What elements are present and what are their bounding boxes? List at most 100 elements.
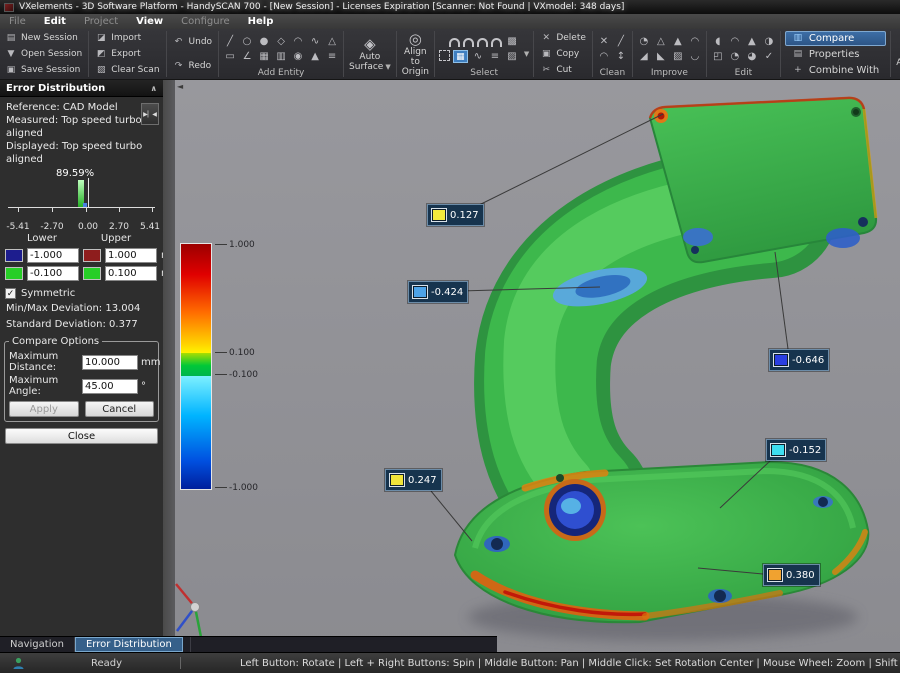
improve-decimate-icon[interactable]: ▨ — [671, 50, 685, 63]
inner-lower-input[interactable] — [27, 266, 79, 281]
redo-button[interactable]: ↷Redo — [171, 61, 215, 71]
new-session-button[interactable]: ▤New Session — [3, 33, 84, 43]
mouse-hints: Left Button: Rotate | Left + Right Butto… — [240, 658, 900, 669]
improve-curve-icon[interactable]: ◡ — [688, 50, 702, 63]
clean-swap-icon[interactable]: ↕ — [614, 50, 628, 63]
select-tunnel3-icon[interactable] — [477, 38, 488, 47]
clean-wand-icon[interactable]: ✕ — [597, 35, 611, 48]
annotations-button[interactable]: ✕ Annotations — [892, 29, 900, 79]
tick-label: 5.41 — [140, 222, 160, 232]
delete-button[interactable]: ✕Delete — [538, 33, 588, 43]
improve-bridge-icon[interactable]: ◠ — [688, 35, 702, 48]
auto-surface-label: Auto Surface▼ — [349, 52, 391, 72]
add-spline-icon[interactable]: ∿ — [308, 35, 322, 48]
export-button[interactable]: ◩Export — [93, 49, 161, 59]
clean-line-icon[interactable]: ╱ — [614, 35, 628, 48]
deviation-annotation[interactable]: -0.152 — [766, 439, 826, 461]
compare-button[interactable]: ▥Compare — [785, 31, 886, 46]
select-brush-icon[interactable]: ▦ — [453, 50, 468, 63]
add-layers-icon[interactable]: ≡ — [325, 50, 339, 63]
select-freeform-icon[interactable]: ∿ — [471, 50, 485, 63]
select-invert-icon[interactable]: ▨ — [505, 50, 519, 63]
add-arc-icon[interactable]: ◠ — [291, 35, 305, 48]
improve-corner-icon[interactable]: ◢ — [637, 50, 651, 63]
add-plane-icon[interactable]: ▭ — [223, 50, 237, 63]
tab-error-distribution[interactable]: Error Distribution — [75, 637, 183, 652]
edit-rotate-icon[interactable]: ◔ — [728, 50, 742, 63]
select-rectangle-icon[interactable] — [439, 50, 450, 61]
add-line-icon[interactable]: ╱ — [223, 35, 237, 48]
tick-label: -5.41 — [6, 222, 29, 232]
chevron-down-icon[interactable]: ▼ — [385, 63, 390, 71]
properties-button[interactable]: ▤Properties — [785, 47, 886, 62]
open-session-button[interactable]: ▼Open Session — [3, 49, 84, 59]
align-to-origin-button[interactable]: ◎ Align to Origin — [398, 29, 433, 79]
fit-histogram-button[interactable]: ▶▏◀ — [141, 103, 159, 125]
menu-configure[interactable]: Configure — [172, 16, 238, 27]
deviation-annotation[interactable]: -0.646 — [769, 349, 829, 371]
max-angle-input[interactable] — [82, 379, 138, 394]
edit-scale-icon[interactable]: ◕ — [745, 50, 759, 63]
improve-smooth-icon[interactable]: ◣ — [654, 50, 668, 63]
deviation-annotation[interactable]: 0.127 — [427, 204, 484, 226]
delete-icon: ✕ — [540, 33, 552, 43]
symmetric-checkbox[interactable]: ✓ — [5, 288, 16, 299]
tab-navigation[interactable]: Navigation — [0, 637, 75, 652]
add-ellipse-icon[interactable]: ◇ — [274, 35, 288, 48]
add-surface-patch-icon[interactable]: ▥ — [274, 50, 288, 63]
viewport-3d[interactable]: ◄ — [175, 80, 900, 652]
clean-patch-icon[interactable]: ◠ — [597, 50, 611, 63]
deviation-annotation[interactable]: 0.380 — [763, 564, 820, 586]
select-tunnel4-icon[interactable] — [491, 38, 502, 47]
save-session-button[interactable]: ▣Save Session — [3, 65, 84, 75]
upper-limit-input[interactable] — [105, 248, 157, 263]
menu-help[interactable]: Help — [239, 16, 283, 27]
edit-move-icon[interactable]: ◰ — [711, 50, 725, 63]
deviation-annotation[interactable]: 0.247 — [385, 469, 442, 491]
add-point-icon[interactable]: ● — [257, 35, 271, 48]
undo-button[interactable]: ↶Undo — [171, 37, 215, 47]
add-circle-icon[interactable]: ○ — [240, 35, 254, 48]
cut-button[interactable]: ✂Cut — [538, 65, 588, 75]
max-distance-input[interactable] — [82, 355, 138, 370]
edit-mesh-icon[interactable]: ▲ — [745, 35, 759, 48]
close-button[interactable]: Close — [5, 428, 158, 444]
select-tunnel-icon[interactable] — [449, 38, 460, 47]
lower-limit-input[interactable] — [27, 248, 79, 263]
max-distance-label: Maximum Distance: — [9, 351, 82, 373]
clear-scan-button[interactable]: ▨Clear Scan — [93, 65, 161, 75]
copy-button[interactable]: ▣Copy — [538, 49, 588, 59]
add-grid-icon[interactable]: ▦ — [257, 50, 271, 63]
select-layers-icon[interactable]: ≡ — [488, 50, 502, 63]
inner-upper-input[interactable] — [105, 266, 157, 281]
select-all-icon[interactable]: ▩ — [505, 35, 519, 48]
deviation-annotation[interactable]: -0.424 — [408, 281, 468, 303]
edit-confirm-icon[interactable]: ✓ — [762, 50, 776, 63]
edit-surface-icon[interactable]: ◖ — [711, 35, 725, 48]
import-button[interactable]: ◪Import — [93, 33, 161, 43]
cancel-button[interactable]: Cancel — [85, 401, 155, 417]
panel-splitter[interactable] — [163, 80, 175, 652]
improve-addmesh-icon[interactable]: ▲ — [671, 35, 685, 48]
toolbar-separator — [533, 31, 534, 77]
improve-fill-icon[interactable]: ◔ — [637, 35, 651, 48]
improve-mesh-icon[interactable]: △ — [654, 35, 668, 48]
select-dropdown-icon[interactable]: ▼ — [524, 50, 529, 63]
edit-half-icon[interactable]: ◑ — [762, 35, 776, 48]
add-angle-icon[interactable]: ∠ — [240, 50, 254, 63]
menu-project[interactable]: Project — [75, 16, 127, 27]
combine-with-button[interactable]: +Combine With — [785, 63, 886, 78]
menu-view[interactable]: View — [127, 16, 172, 27]
select-tunnel2-icon[interactable] — [463, 38, 474, 47]
menu-edit[interactable]: Edit — [35, 16, 75, 27]
menu-file[interactable]: File — [0, 16, 35, 27]
apply-button[interactable]: Apply — [9, 401, 79, 417]
auto-surface-button[interactable]: ◈ Auto Surface▼ — [345, 29, 395, 79]
tick-label: 0.00 — [78, 222, 98, 232]
add-cone-icon[interactable]: ▲ — [308, 50, 322, 63]
collapse-chevron-icon[interactable]: ∧ — [151, 84, 158, 93]
add-triangle-icon[interactable]: △ — [325, 35, 339, 48]
edit-bend-icon[interactable]: ◠ — [728, 35, 742, 48]
panel-header[interactable]: Error Distribution ∧ — [0, 80, 163, 97]
add-sphere-icon[interactable]: ◉ — [291, 50, 305, 63]
